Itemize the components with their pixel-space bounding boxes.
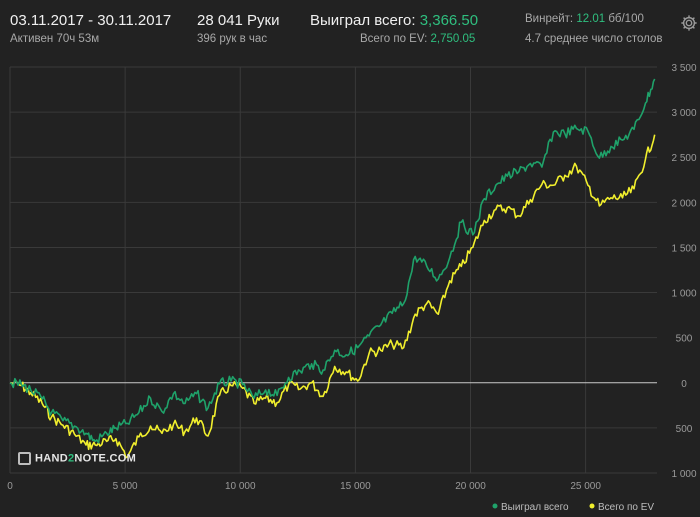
x-tick-label: 25 000 <box>570 481 601 492</box>
y-tick-label: 500 <box>676 424 693 435</box>
y-tick-label: 1 500 <box>671 243 696 254</box>
x-tick-label: 0 <box>7 481 13 492</box>
legend-won-swatch <box>492 503 498 509</box>
y-tick-label: 3 500 <box>671 63 696 74</box>
chart-series <box>9 78 656 459</box>
y-tick-label: 1 000 <box>671 289 696 300</box>
x-tick-label: 15 000 <box>340 481 371 492</box>
x-axis-ticks: 0 5 000 10 000 15 000 20 000 25 000 <box>7 481 601 492</box>
series-won-line <box>9 78 656 444</box>
x-tick-label: 10 000 <box>225 481 256 492</box>
y-tick-label: 0 <box>681 379 687 390</box>
y-axis-ticks: 3 500 3 000 2 500 2 000 1 500 1 000 500 0 500 1 0… <box>671 63 696 480</box>
y-tick-label: 2 500 <box>671 153 696 164</box>
hand2note-logo-mark <box>18 452 31 465</box>
legend-ev-swatch <box>589 503 595 509</box>
winnings-chart: 3 500 3 000 2 500 2 000 1 500 1 000 500 0 500 1 0… <box>7 63 697 513</box>
y-tick-label: 3 000 <box>671 108 696 119</box>
x-tick-label: 20 000 <box>455 481 486 492</box>
y-tick-label: 1 000 <box>671 469 696 480</box>
chart-legend: Выиграл всего Всего по EV <box>492 502 654 513</box>
y-tick-label: 500 <box>676 334 693 345</box>
chart-grid <box>9 66 657 474</box>
legend-won-label: Выиграл всего <box>501 502 569 513</box>
y-tick-label: 2 000 <box>671 198 696 209</box>
hand2note-logo: HAND2NOTE.COM <box>18 452 136 465</box>
series-ev-line <box>9 134 656 459</box>
x-tick-label: 5 000 <box>113 481 138 492</box>
legend-ev-label: Всего по EV <box>598 502 654 513</box>
